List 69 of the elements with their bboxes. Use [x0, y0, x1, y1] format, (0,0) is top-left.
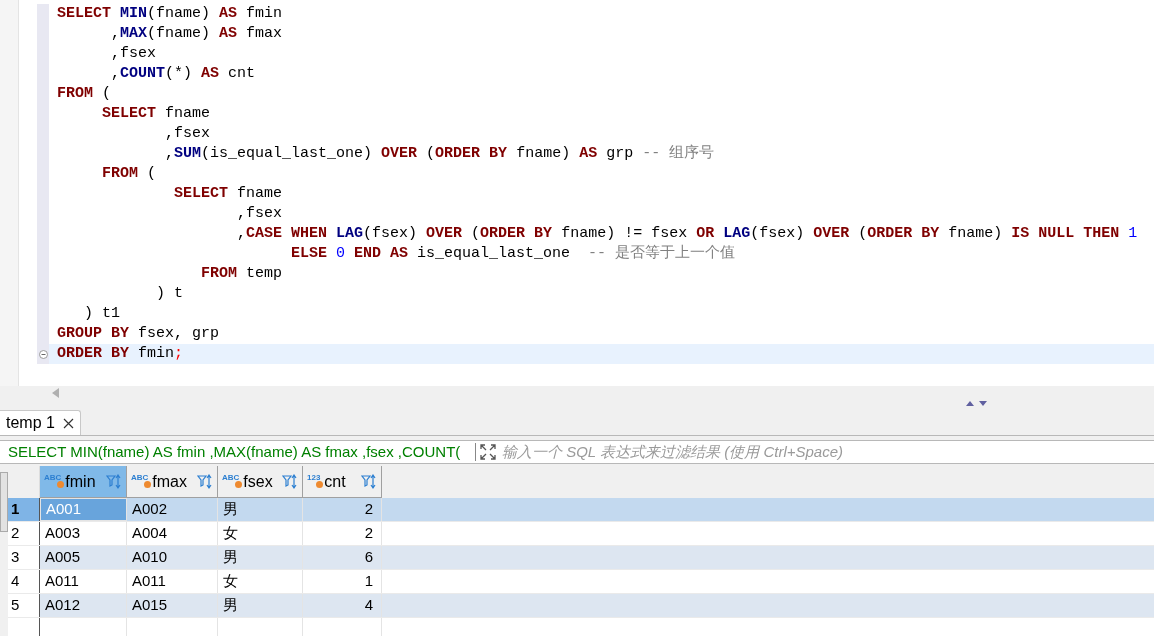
table-cell: A015: [127, 594, 218, 617]
table-cell: 4: [303, 594, 382, 617]
dot-icon: [144, 481, 152, 488]
table-cell: A004: [127, 522, 218, 545]
row-number[interactable]: 3: [8, 546, 40, 569]
code-line: FROM (: [56, 84, 113, 104]
code-line: ) t: [155, 284, 185, 304]
column-name: fsex: [243, 471, 273, 492]
dot-icon: [235, 481, 243, 488]
row-number[interactable]: 5: [8, 594, 40, 617]
sort-arrows-icon[interactable]: [966, 400, 988, 406]
row-number[interactable]: 2: [8, 522, 40, 545]
table-cell: 男: [218, 546, 303, 569]
code-line: SELECT fname: [101, 104, 212, 124]
table-cell: 6: [303, 546, 382, 569]
filter-sort-icon[interactable]: [282, 473, 298, 490]
type-label: ABC: [44, 474, 62, 482]
code-line: ,SUM(is_equal_last_one) OVER (ORDER BY fname) AS grp -- 组序号: [164, 144, 716, 164]
table-cell: A001: [40, 498, 127, 521]
dot-icon: [57, 481, 65, 488]
column-header[interactable]: ABC fmax: [127, 466, 218, 498]
table-cell: A005: [40, 546, 127, 569]
type-label: ABC: [131, 474, 149, 482]
column-header[interactable]: 123 cnt: [303, 466, 382, 498]
scroll-left-icon[interactable]: [52, 388, 60, 398]
code-line: ,COUNT(*) AS cnt: [110, 64, 257, 84]
code-line: ,fsex: [164, 124, 212, 144]
table-cell: A011: [127, 570, 218, 593]
column-name: fmin: [65, 471, 96, 492]
type-label: ABC: [222, 474, 240, 482]
table-cell: 女: [218, 570, 303, 593]
column-name: fmax: [152, 471, 187, 492]
code-line: ,MAX(fname) AS fmax: [110, 24, 284, 44]
table-cell: 男: [218, 594, 303, 617]
table-cell: A010: [127, 546, 218, 569]
row-number[interactable]: 4: [8, 570, 40, 593]
code-line: SELECT fname: [173, 184, 284, 204]
code-line: ELSE 0 END AS is_equal_last_one -- 是否等于上一个值: [290, 244, 737, 264]
table-cell: A002: [127, 498, 218, 521]
fold-icon[interactable]: [38, 349, 48, 359]
table-cell: 2: [303, 522, 382, 545]
code-line: FROM temp: [200, 264, 284, 284]
filter-sort-icon[interactable]: [197, 473, 213, 490]
table-cell: 2: [303, 498, 382, 521]
table-cell: 1: [303, 570, 382, 593]
code-line: GROUP BY fsex, grp: [56, 324, 221, 344]
result-tab[interactable]: temp 1: [0, 410, 81, 435]
table-cell: 男: [218, 498, 303, 521]
column-header[interactable]: ABC fmin: [40, 466, 127, 498]
dot-icon: [316, 481, 324, 488]
column-name: cnt: [324, 471, 346, 492]
close-icon[interactable]: [62, 417, 74, 429]
code-line: ,fsex: [236, 204, 284, 224]
expand-icon[interactable]: [480, 444, 496, 460]
table-cell: A003: [40, 522, 127, 545]
row-number[interactable]: 1: [8, 498, 40, 521]
code-line: ,CASE WHEN LAG(fsex) OVER (ORDER BY fname) != fsex OR LAG(fsex) OVER (ORDER BY fname) IS NULL THEN 1: [236, 224, 1139, 244]
code-line: FROM (: [101, 164, 158, 184]
table-cell: A011: [40, 570, 127, 593]
table-cell: 女: [218, 522, 303, 545]
code-line: ,fsex: [110, 44, 158, 64]
code-line: SELECT MIN(fname) AS fmin: [56, 4, 284, 24]
code-line: ) t1: [83, 304, 121, 324]
table-cell: A012: [40, 594, 127, 617]
filter-sort-icon[interactable]: [361, 473, 377, 490]
filter-sort-icon[interactable]: [106, 473, 122, 490]
query-text: SELECT MIN(fname) AS fmin ,MAX(fname) AS fmax ,fsex ,COUNT(: [7, 441, 462, 462]
column-header[interactable]: ABC fsex: [218, 466, 303, 498]
type-label: 123: [307, 474, 321, 482]
